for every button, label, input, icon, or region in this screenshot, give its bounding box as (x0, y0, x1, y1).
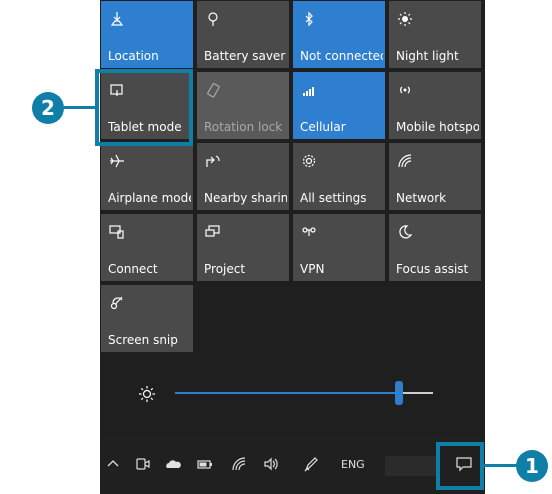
rotation-lock-icon (205, 82, 221, 98)
taskbar: ENG (100, 438, 485, 494)
wifi-icon[interactable] (230, 455, 248, 473)
callout-box-action-center (436, 442, 484, 490)
airplane-icon (109, 153, 125, 169)
tile-label: Project (204, 262, 246, 276)
tile-battery-saver[interactable]: Battery saver (197, 1, 289, 68)
network-icon (397, 153, 413, 169)
location-icon (109, 11, 125, 27)
tile-rotation-lock[interactable]: Rotation lock (197, 72, 289, 139)
screen-snip-icon (109, 295, 125, 311)
tile-label: Airplane mode (108, 191, 191, 205)
bluetooth-icon (301, 11, 317, 27)
tile-network[interactable]: Network (389, 143, 481, 210)
slider-thumb[interactable] (395, 381, 404, 405)
focus-assist-icon (397, 224, 413, 240)
settings-icon (301, 153, 317, 169)
tile-label: Screen snip (108, 333, 178, 347)
battery-saver-icon (205, 11, 221, 27)
callout-line-1 (482, 464, 520, 467)
tile-location[interactable]: Location (101, 1, 193, 68)
tile-label: Battery saver (204, 49, 286, 63)
tile-screen-snip[interactable]: Screen snip (101, 285, 193, 352)
pen-icon[interactable] (302, 455, 320, 473)
tile-label: Cellular (300, 120, 346, 134)
brightness-slider[interactable] (100, 370, 485, 416)
tile-label: Network (396, 191, 447, 205)
language-indicator[interactable]: ENG (341, 458, 365, 471)
tile-mobile-hotspot[interactable]: Mobile hotspot (389, 72, 481, 139)
tile-night-light[interactable]: Night light (389, 1, 481, 68)
callout-line-2 (64, 106, 97, 109)
vpn-icon (301, 224, 317, 240)
tile-airplane-mode[interactable]: Airplane mode (101, 143, 193, 210)
tile-label: Connect (108, 262, 158, 276)
tile-label: Rotation lock (204, 120, 283, 134)
mobile-hotspot-icon (397, 82, 413, 98)
battery-icon[interactable] (196, 455, 214, 473)
tile-label: Not connected (300, 49, 383, 63)
project-icon (205, 224, 221, 240)
tile-cellular[interactable]: Cellular (293, 72, 385, 139)
tile-label: Mobile hotspot (396, 120, 479, 134)
night-light-icon (397, 11, 413, 27)
tile-focus-assist[interactable]: Focus assist (389, 214, 481, 281)
tile-label: All settings (300, 191, 367, 205)
tile-bluetooth[interactable]: Not connected (293, 1, 385, 68)
chevron-up-icon[interactable] (104, 455, 122, 473)
tile-label: Nearby sharing (204, 191, 287, 205)
cellular-icon (301, 82, 317, 98)
meet-now-icon[interactable] (134, 455, 152, 473)
tile-nearby-sharing[interactable]: Nearby sharing (197, 143, 289, 210)
callout-box-tablet-mode (95, 69, 193, 146)
tile-connect[interactable]: Connect (101, 214, 193, 281)
callout-number-1: 1 (516, 450, 548, 482)
tile-label: VPN (300, 262, 325, 276)
connect-icon (109, 224, 125, 240)
slider-track-filled (175, 392, 400, 394)
slider-track-remaining (399, 392, 433, 394)
onedrive-icon[interactable] (164, 455, 182, 473)
tile-label: Location (108, 49, 159, 63)
tile-all-settings[interactable]: All settings (293, 143, 385, 210)
clock-area[interactable] (385, 456, 437, 476)
brightness-icon (138, 385, 156, 403)
callout-number-2: 2 (32, 92, 64, 124)
volume-icon[interactable] (262, 455, 280, 473)
tile-project[interactable]: Project (197, 214, 289, 281)
nearby-sharing-icon (205, 153, 221, 169)
tile-label: Focus assist (396, 262, 469, 276)
tile-label: Night light (396, 49, 459, 63)
tile-vpn[interactable]: VPN (293, 214, 385, 281)
